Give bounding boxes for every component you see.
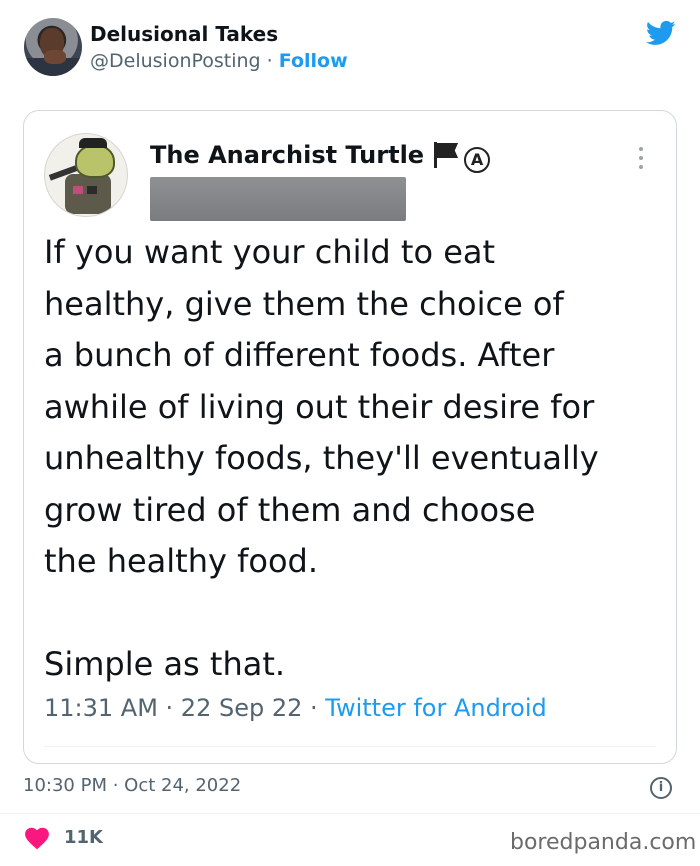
redacted-handle bbox=[150, 177, 406, 221]
quoted-tweet[interactable]: The Anarchist Turtle A If you want your c… bbox=[23, 110, 677, 764]
divider bbox=[0, 813, 700, 814]
quoted-tweet-text: If you want your child to eat healthy, g… bbox=[44, 233, 599, 683]
watermark: boredpanda.com bbox=[510, 830, 697, 855]
author-handle-row: @DelusionPosting · Follow bbox=[90, 50, 348, 72]
tweet-card: Delusional Takes @DelusionPosting · Foll… bbox=[0, 0, 700, 866]
like-count[interactable]: 11K bbox=[64, 827, 103, 848]
separator-dot: · bbox=[260, 50, 279, 72]
quoted-author-display-name[interactable]: The Anarchist Turtle bbox=[150, 141, 424, 169]
author-display-name[interactable]: Delusional Takes bbox=[90, 22, 278, 46]
heart-icon[interactable] bbox=[24, 826, 50, 850]
quoted-tweet-meta: 11:31 AM · 22 Sep 22 · Twitter for Andro… bbox=[44, 694, 547, 722]
more-vertical-icon[interactable] bbox=[636, 147, 646, 175]
twitter-bird-icon[interactable] bbox=[644, 18, 678, 48]
quoted-author-name-row: The Anarchist Turtle A bbox=[150, 141, 491, 173]
quoted-tweet-time-date[interactable]: 11:31 AM · 22 Sep 22 · bbox=[44, 694, 325, 722]
quoted-author-avatar[interactable] bbox=[44, 133, 128, 217]
black-flag-icon bbox=[432, 142, 460, 168]
author-handle[interactable]: @DelusionPosting bbox=[90, 50, 261, 72]
anarchy-symbol-icon: A bbox=[464, 147, 491, 173]
divider bbox=[44, 746, 656, 747]
info-icon[interactable]: i bbox=[650, 777, 672, 799]
follow-button[interactable]: Follow bbox=[279, 50, 348, 72]
author-avatar[interactable] bbox=[24, 18, 82, 76]
quoted-tweet-source-link[interactable]: Twitter for Android bbox=[325, 694, 546, 722]
tweet-timestamp[interactable]: 10:30 PM · Oct 24, 2022 bbox=[23, 775, 241, 796]
